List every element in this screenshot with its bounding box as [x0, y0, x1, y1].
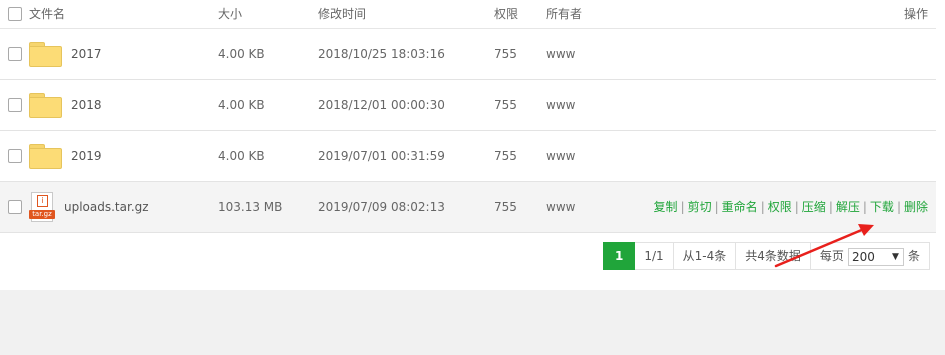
column-header-mtime[interactable]: 修改时间 — [318, 0, 494, 29]
extract-link[interactable]: 解压 — [836, 200, 860, 214]
row-checkbox[interactable] — [8, 46, 22, 61]
separator: | — [794, 200, 799, 214]
permissions-link[interactable]: 权限 — [768, 200, 792, 214]
file-mtime: 2019/07/01 00:31:59 — [318, 148, 445, 163]
row-checkbox[interactable] — [8, 199, 22, 214]
file-size: 4.00 KB — [218, 148, 265, 163]
file-name[interactable]: 2017 — [71, 47, 102, 61]
delete-link[interactable]: 删除 — [904, 200, 928, 214]
separator: | — [714, 200, 719, 214]
table-row[interactable]: 2018 4.00 KB 2018/12/01 00:00:30 755 www — [0, 79, 936, 130]
separator: | — [862, 200, 867, 214]
file-size: 4.00 KB — [218, 97, 265, 112]
file-name[interactable]: uploads.tar.gz — [64, 200, 149, 214]
separator: | — [828, 200, 833, 214]
page-count: 1/1 — [635, 242, 674, 270]
row-checkbox[interactable] — [8, 148, 22, 163]
file-owner: www — [546, 199, 576, 214]
file-permissions: 755 — [494, 148, 517, 163]
file-owner: www — [546, 97, 576, 112]
column-header-name[interactable]: 文件名 — [29, 0, 218, 29]
separator: | — [896, 200, 901, 214]
column-header-permissions: 权限 — [494, 0, 546, 29]
file-permissions: 755 — [494, 46, 517, 61]
file-owner: www — [546, 148, 576, 163]
file-permissions: 755 — [494, 97, 517, 112]
table-row[interactable]: 2017 4.00 KB 2018/10/25 18:03:16 755 www — [0, 28, 936, 79]
table-header-row: 文件名 大小 修改时间 权限 所有者 操作 — [0, 0, 936, 29]
separator: | — [680, 200, 685, 214]
file-mtime: 2018/12/01 00:00:30 — [318, 97, 445, 112]
compress-link[interactable]: 压缩 — [802, 200, 826, 214]
copy-link[interactable]: 复制 — [654, 200, 678, 214]
folder-icon[interactable] — [29, 41, 62, 67]
folder-icon[interactable] — [29, 143, 62, 169]
per-page-control: 每页 200 ▼ 条 — [810, 242, 930, 270]
rename-link[interactable]: 重命名 — [722, 200, 758, 214]
file-permissions: 755 — [494, 199, 517, 214]
table-row[interactable]: i tar.gz uploads.tar.gz 103.13 MB 2019/07/… — [0, 181, 936, 232]
file-size: 4.00 KB — [218, 46, 265, 61]
column-header-owner: 所有者 — [546, 0, 646, 29]
column-header-size[interactable]: 大小 — [218, 0, 318, 29]
dropdown-arrow-icon: ▼ — [892, 251, 899, 262]
per-page-suffix: 条 — [907, 249, 920, 263]
folder-icon[interactable] — [29, 92, 62, 118]
file-mtime: 2019/07/09 08:02:13 — [318, 199, 445, 214]
select-all-checkbox[interactable] — [8, 7, 22, 21]
file-mtime: 2018/10/25 18:03:16 — [318, 46, 445, 61]
column-header-actions: 操作 — [646, 0, 936, 29]
archive-file-icon[interactable]: i tar.gz — [29, 191, 55, 222]
table-row[interactable]: 2019 4.00 KB 2019/07/01 00:31:59 755 www — [0, 130, 936, 181]
file-size: 103.13 MB — [218, 199, 283, 214]
page-current[interactable]: 1 — [603, 242, 636, 270]
page-range: 从1-4条 — [673, 242, 737, 270]
cut-link[interactable]: 剪切 — [688, 200, 712, 214]
file-owner: www — [546, 46, 576, 61]
file-list-panel: 文件名 大小 修改时间 权限 所有者 操作 2017 4.00 KB 2018/… — [0, 0, 945, 290]
file-name[interactable]: 2019 — [71, 149, 102, 163]
per-page-value: 200 — [851, 249, 875, 264]
per-page-prefix: 每页 — [819, 249, 844, 263]
pagination: 1 1/1 从1-4条 共4条数据 每页 200 ▼ 条 — [603, 242, 930, 270]
row-checkbox[interactable] — [8, 97, 22, 112]
file-table: 文件名 大小 修改时间 权限 所有者 操作 2017 4.00 KB 2018/… — [0, 0, 936, 233]
total-count: 共4条数据 — [736, 242, 811, 270]
info-glyph: i — [37, 194, 48, 207]
per-page-select[interactable]: 200 ▼ — [847, 247, 904, 266]
row-actions: 复制 | 剪切 | 重命名 | 权限 | 压缩 | 解压 | 下载 | 删除 — [646, 181, 936, 232]
file-extension-badge: tar.gz — [29, 209, 55, 219]
download-link[interactable]: 下载 — [870, 200, 894, 214]
separator: | — [760, 200, 765, 214]
file-name[interactable]: 2018 — [71, 98, 102, 112]
